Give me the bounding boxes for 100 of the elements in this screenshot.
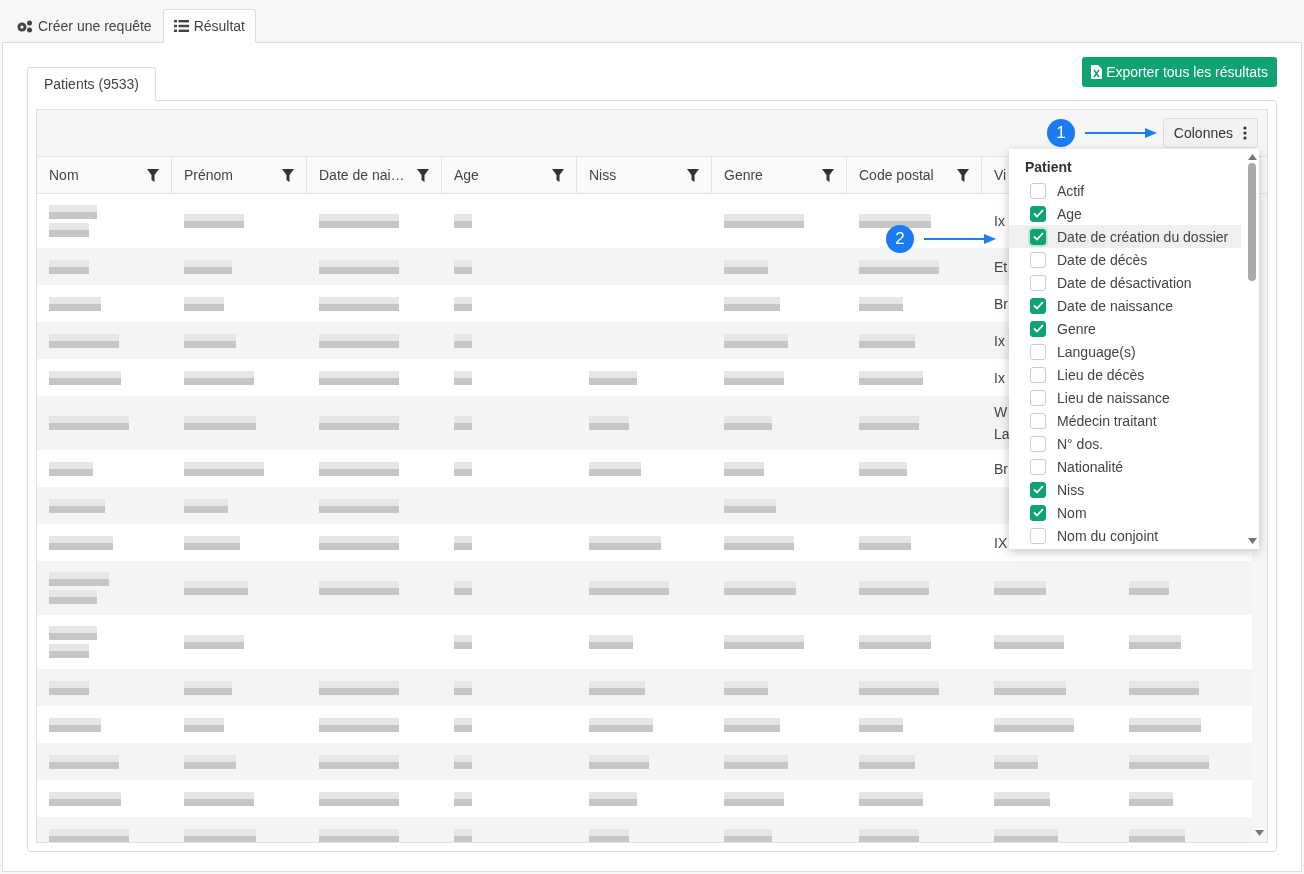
menu-item[interactable]: Nom	[1009, 501, 1241, 524]
spreadsheet-file-icon	[1091, 65, 1103, 79]
scroll-up-icon[interactable]	[1247, 154, 1257, 160]
redacted-text	[184, 535, 240, 550]
redacted-text	[49, 626, 97, 640]
redacted-text	[49, 717, 101, 732]
menu-item[interactable]: Médecin traitant	[1009, 409, 1241, 432]
redacted-text	[724, 680, 768, 695]
filter-icon[interactable]	[552, 168, 564, 182]
tab[interactable]: Patients (9533)	[27, 67, 156, 101]
redacted-text	[724, 717, 780, 732]
filter-icon[interactable]	[417, 168, 429, 182]
redacted-text	[589, 416, 629, 430]
scroll-thumb[interactable]	[1248, 163, 1256, 281]
redacted-text	[589, 535, 661, 550]
redacted-text	[994, 635, 1064, 649]
redacted-text	[184, 416, 256, 430]
redacted-text	[184, 754, 236, 769]
menu-item[interactable]: Lieu de naissance	[1009, 386, 1241, 409]
menu-item[interactable]: Date de création du dossier	[1009, 225, 1241, 248]
redacted-text	[454, 535, 472, 550]
column-header[interactable]: Code postal	[847, 157, 982, 193]
checkbox[interactable]	[1030, 182, 1046, 199]
filter-icon[interactable]	[147, 168, 159, 182]
redacted-text	[859, 333, 915, 348]
redacted-text	[859, 296, 903, 311]
checkbox[interactable]	[1030, 412, 1046, 429]
menu-item[interactable]: Nom du conjoint	[1009, 524, 1241, 547]
redacted-text	[184, 259, 232, 274]
column-header[interactable]: Genre	[712, 157, 847, 193]
checkbox[interactable]	[1030, 389, 1046, 406]
redacted-text	[589, 828, 629, 842]
menu-item[interactable]: N° dos.	[1009, 432, 1241, 455]
redacted-text	[454, 828, 472, 842]
column-header[interactable]: Age	[442, 157, 577, 193]
redacted-text	[454, 214, 472, 228]
redacted-text	[724, 581, 796, 595]
table-cell-text: W La	[994, 403, 1010, 444]
tab[interactable]: Créer une requête	[5, 9, 163, 43]
checkbox[interactable]	[1030, 527, 1046, 544]
menu-item[interactable]: Genre	[1009, 317, 1241, 340]
checkbox[interactable]	[1030, 297, 1046, 314]
redacted-text	[724, 259, 768, 274]
filter-icon[interactable]	[822, 168, 834, 182]
checkbox[interactable]	[1030, 320, 1046, 337]
checkbox[interactable]	[1030, 504, 1046, 521]
redacted-text	[589, 635, 633, 649]
menu-item[interactable]: Date de décès	[1009, 248, 1241, 271]
checkbox[interactable]	[1030, 343, 1046, 360]
menu-item[interactable]: Nationalité	[1009, 455, 1241, 478]
column-header[interactable]: Nom	[37, 157, 172, 193]
redacted-text	[454, 416, 472, 430]
redacted-text	[49, 754, 119, 769]
redacted-text	[184, 791, 254, 806]
redacted-text	[454, 635, 472, 649]
column-header[interactable]: Prénom	[172, 157, 307, 193]
redacted-text	[1129, 717, 1201, 732]
filter-icon[interactable]	[282, 168, 294, 182]
filter-icon[interactable]	[687, 168, 699, 182]
scroll-down-icon[interactable]	[1247, 538, 1257, 544]
checkbox[interactable]	[1030, 205, 1046, 222]
redacted-text	[589, 370, 637, 385]
column-header[interactable]: Niss	[577, 157, 712, 193]
scroll-down-icon[interactable]	[1255, 830, 1264, 836]
menu-item[interactable]: Date de naissance	[1009, 294, 1241, 317]
checkbox[interactable]	[1030, 251, 1046, 268]
checkbox[interactable]	[1030, 458, 1046, 475]
redacted-text	[49, 644, 89, 658]
redacted-text	[49, 461, 93, 476]
redacted-text	[454, 296, 472, 311]
tab[interactable]: Résultat	[162, 9, 256, 43]
redacted-text	[994, 680, 1066, 695]
menu-item[interactable]: Language(s)	[1009, 340, 1241, 363]
redacted-text	[724, 754, 788, 769]
redacted-text	[859, 717, 903, 732]
checkbox[interactable]	[1030, 366, 1046, 383]
redacted-text	[454, 791, 472, 806]
redacted-text	[724, 296, 780, 311]
redacted-text	[859, 416, 919, 430]
filter-icon[interactable]	[957, 168, 969, 182]
menu-item[interactable]: Actif	[1009, 179, 1241, 202]
menu-item[interactable]: Niss	[1009, 478, 1241, 501]
redacted-text	[589, 717, 653, 732]
checkbox[interactable]	[1030, 435, 1046, 452]
columns-button[interactable]: Colonnes	[1162, 118, 1258, 148]
redacted-text	[724, 416, 772, 430]
menu-item[interactable]: Lieu de décès	[1009, 363, 1241, 386]
checkbox[interactable]	[1030, 481, 1046, 498]
column-header[interactable]: Date de nai…	[307, 157, 442, 193]
menu-item[interactable]: Date de désactivation	[1009, 271, 1241, 294]
checkbox[interactable]	[1030, 228, 1046, 245]
table-cell-text: IX	[994, 533, 1008, 553]
table-cell-text: Ix	[994, 368, 1005, 388]
redacted-text	[589, 461, 641, 476]
redacted-text	[454, 581, 472, 595]
menu-item[interactable]: Age	[1009, 202, 1241, 225]
redacted-text	[184, 296, 224, 311]
redacted-text	[1129, 680, 1199, 695]
redacted-text	[994, 754, 1038, 769]
checkbox[interactable]	[1030, 274, 1046, 291]
